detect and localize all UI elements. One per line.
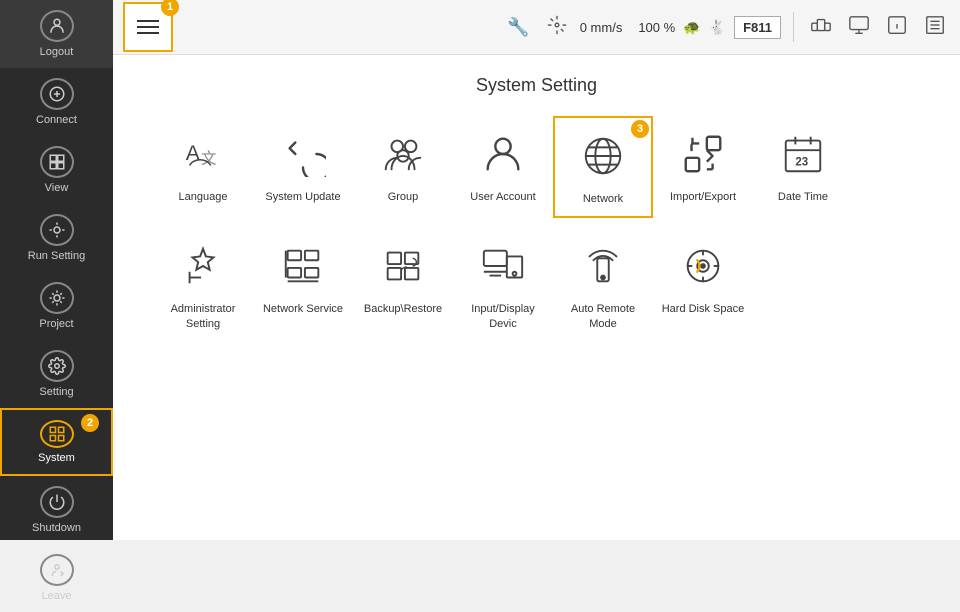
connect-icon [40,78,74,110]
icon-b: 🐇 [709,19,726,36]
sidebar-item-run-setting[interactable]: Run Setting [0,204,113,272]
sidebar-item-project[interactable]: Project [0,272,113,340]
network-service-label: Network Service [263,302,343,316]
group-icon [375,126,431,182]
page-title: System Setting [153,75,920,96]
speed-icon [542,10,572,45]
percent-value: 100 % [638,20,675,35]
leave-icon [40,554,74,586]
sidebar-logout-label: Logout [40,46,74,58]
user-account-icon [475,126,531,182]
logout-icon [40,10,74,42]
admin-label: Administrator Setting [159,302,247,331]
network-badge: 3 [631,120,649,138]
speed-value: 0 mm/s [580,20,623,35]
setting-network[interactable]: 3 Network [553,116,653,218]
system-badge: 2 [81,414,99,432]
sidebar-item-shutdown[interactable]: Shutdown [0,476,113,544]
menu-bar-1 [137,20,159,22]
backup-restore-icon [375,238,431,294]
network-icon [575,128,631,184]
content-area: System Setting A 文 Language [113,55,960,540]
language-label: Language [179,190,228,204]
setting-network-service[interactable]: Network Service [253,228,353,341]
sidebar-item-logout[interactable]: Logout [0,0,113,68]
setting-admin[interactable]: Administrator Setting [153,228,253,341]
setting-import-export[interactable]: Import/Export [653,116,753,218]
user-account-label: User Account [470,190,535,204]
sidebar: Logout Connect View Run Setting [0,0,113,540]
system-icon [40,420,74,448]
group-label: Group [388,190,419,204]
header: 1 🔧 0 mm/s 100 % 🐢 🐇 F811 [113,0,960,55]
tool-icon: 🔧 [503,13,533,42]
shutdown-icon [40,486,74,518]
auto-remote-icon [575,238,631,294]
setting-auto-remote[interactable]: Auto Remote Mode [553,228,653,341]
svg-text:文: 文 [201,151,216,168]
system-update-label: System Update [265,190,340,204]
date-time-icon: 23 [775,126,831,182]
sidebar-item-system[interactable]: 2 System [0,408,113,476]
icon-a: 🐢 [683,19,700,36]
hard-disk-label: Hard Disk Space [662,302,745,316]
sidebar-connect-label: Connect [36,114,77,126]
setting-icon [40,350,74,382]
setting-backup-restore[interactable]: Backup\Restore [353,228,453,341]
date-time-label: Date Time [778,190,828,204]
import-export-icon [675,126,731,182]
monitor-icon[interactable] [844,10,874,45]
setting-system-update[interactable]: System Update [253,116,353,218]
network-service-icon [275,238,331,294]
info-icon[interactable] [882,10,912,45]
menu-bar-3 [137,32,159,34]
run-setting-icon [40,214,74,246]
sidebar-setting-label: Setting [39,386,73,398]
menu-bar-2 [137,26,159,28]
system-update-icon [275,126,331,182]
language-icon: A 文 [175,126,231,182]
model-box: F811 [734,16,781,39]
sidebar-shutdown-label: Shutdown [32,522,81,534]
svg-text:23: 23 [795,157,808,169]
sidebar-item-connect[interactable]: Connect [0,68,113,136]
input-display-label: Input/Display Devic [459,302,547,331]
setting-language[interactable]: A 文 Language [153,116,253,218]
backup-restore-label: Backup\Restore [364,302,442,316]
admin-icon [175,238,231,294]
sidebar-item-leave[interactable]: Leave [0,544,113,612]
sidebar-item-view[interactable]: View [0,136,113,204]
sidebar-view-label: View [45,182,69,194]
import-export-label: Import/Export [670,190,736,204]
sidebar-item-setting[interactable]: Setting [0,340,113,408]
list-icon[interactable] [920,10,950,45]
view-icon [40,146,74,178]
setting-user-account[interactable]: User Account [453,116,553,218]
menu-badge: 1 [161,0,179,16]
network-label: Network [583,192,623,206]
sidebar-run-setting-label: Run Setting [28,250,85,262]
robot-icon[interactable] [806,10,836,45]
setting-group[interactable]: Group [353,116,453,218]
header-sep-1 [793,12,794,42]
sidebar-project-label: Project [39,318,73,330]
setting-input-display[interactable]: Input/Display Devic [453,228,553,341]
sidebar-system-label: System [38,452,75,464]
settings-grid: A 文 Language System Update [153,116,920,341]
setting-hard-disk[interactable]: Hard Disk Space [653,228,753,341]
auto-remote-label: Auto Remote Mode [559,302,647,331]
hard-disk-icon [675,238,731,294]
sidebar-leave-label: Leave [42,590,72,602]
input-display-icon [475,238,531,294]
setting-date-time[interactable]: 23 Date Time [753,116,853,218]
main-area: 1 🔧 0 mm/s 100 % 🐢 🐇 F811 [113,0,960,540]
project-icon [40,282,74,314]
menu-button[interactable]: 1 [123,2,173,52]
